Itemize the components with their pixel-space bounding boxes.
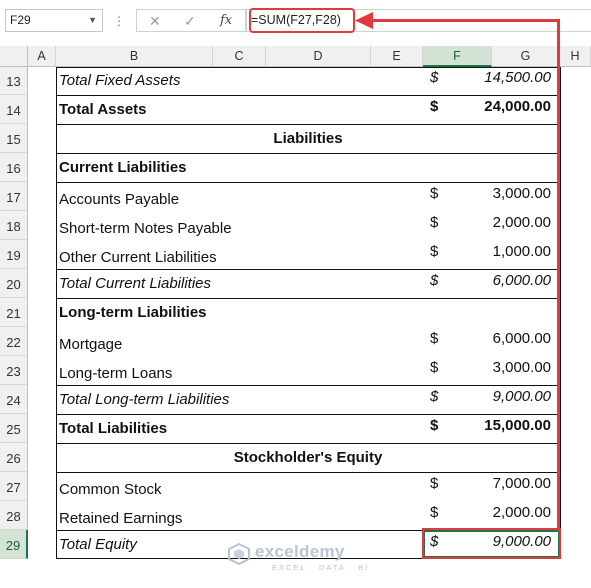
column-header-E[interactable]: E (371, 46, 423, 67)
name-box-value: F29 (10, 13, 31, 27)
callout-connector-horizontal (368, 19, 560, 22)
cell-F24-amount[interactable]: 9,000.00 (493, 385, 551, 408)
insert-function-icon[interactable]: fx (220, 11, 232, 31)
column-header-H[interactable]: H (560, 46, 591, 67)
row-header-20[interactable]: 20 (0, 269, 28, 298)
cell-F27-amount[interactable]: 7,000.00 (493, 472, 551, 495)
row-header-27[interactable]: 27 (0, 472, 28, 501)
cell-F18-amount[interactable]: 2,000.00 (493, 211, 551, 234)
row-header-24[interactable]: 24 (0, 385, 28, 414)
cell-F23-amount[interactable]: 3,000.00 (493, 356, 551, 379)
table-border (56, 67, 57, 559)
table-border (56, 67, 560, 68)
column-header-F[interactable]: F (423, 46, 492, 67)
row-header-23[interactable]: 23 (0, 356, 28, 385)
cell-F13-currency[interactable]: $ (430, 67, 438, 89)
formula-callout-box (249, 8, 355, 33)
cell-B25[interactable]: Total Liabilities (59, 414, 167, 443)
column-header-C[interactable]: C (213, 46, 266, 67)
exceldemy-logo-icon (228, 543, 250, 565)
cell-F28-amount[interactable]: 2,000.00 (493, 501, 551, 524)
table-border (56, 269, 560, 270)
cell-F19-currency[interactable]: $ (430, 240, 438, 263)
row-header-25[interactable]: 25 (0, 414, 28, 443)
row-header-17[interactable]: 17 (0, 182, 28, 211)
column-header-B[interactable]: B (56, 46, 213, 67)
row-header-16[interactable]: 16 (0, 153, 28, 182)
formula-buttons: ✕ ✓ fx (136, 9, 246, 32)
cell-B14[interactable]: Total Assets (59, 95, 147, 124)
cell-F22-currency[interactable]: $ (430, 327, 438, 350)
table-border (56, 443, 560, 444)
table-border (56, 472, 560, 473)
enter-icon[interactable]: ✓ (184, 11, 196, 31)
row-header-19[interactable]: 19 (0, 240, 28, 269)
cell-F27-currency[interactable]: $ (430, 472, 438, 495)
table-border (560, 67, 561, 559)
cell-B16[interactable]: Current Liabilities (59, 153, 187, 182)
cell-F17-currency[interactable]: $ (430, 182, 438, 205)
table-border (56, 124, 560, 125)
callout-connector-vertical (557, 19, 560, 531)
chevron-down-icon[interactable]: ▼ (88, 10, 97, 31)
cell-callout-box (422, 528, 561, 559)
column-header-D[interactable]: D (266, 46, 371, 67)
row-header-26[interactable]: 26 (0, 443, 28, 472)
cell-F14-amount[interactable]: 24,000.00 (484, 95, 551, 118)
cell-F18-currency[interactable]: $ (430, 211, 438, 234)
cell-F25-amount[interactable]: 15,000.00 (484, 414, 551, 437)
row-header-13[interactable]: 13 (0, 67, 28, 95)
cell-F20-currency[interactable]: $ (430, 269, 438, 292)
name-box[interactable]: F29 ▼ (5, 9, 103, 32)
column-header-G[interactable]: G (492, 46, 560, 67)
row-header-29[interactable]: 29 (0, 530, 28, 559)
formula-bar: F29 ▼ ⋮ ✕ ✓ fx =SUM(F27,F28) (0, 0, 591, 44)
row-header-14[interactable]: 14 (0, 95, 28, 124)
watermark-name: exceldemy (255, 542, 345, 561)
select-all-corner[interactable] (0, 46, 28, 67)
table-border (56, 298, 560, 299)
row-header-21[interactable]: 21 (0, 298, 28, 327)
row-header-18[interactable]: 18 (0, 211, 28, 240)
arrow-head-icon (355, 12, 373, 29)
row-header-15[interactable]: 15 (0, 124, 28, 153)
table-border (56, 385, 560, 386)
cancel-icon[interactable]: ✕ (149, 11, 161, 31)
cell-B29[interactable]: Total Equity (59, 530, 137, 559)
cell-B13[interactable]: Total Fixed Assets (59, 67, 180, 95)
row-header-22[interactable]: 22 (0, 327, 28, 356)
cell-B20[interactable]: Total Current Liabilities (59, 269, 211, 298)
cell-F24-currency[interactable]: $ (430, 385, 438, 408)
table-border (56, 95, 560, 96)
cell-B24[interactable]: Total Long-term Liabilities (59, 385, 229, 414)
section-header-15[interactable]: Liabilities (56, 124, 560, 153)
cell-F25-currency[interactable]: $ (430, 414, 438, 437)
cell-F28-currency[interactable]: $ (430, 501, 438, 524)
table-border (56, 153, 560, 154)
cell-F17-amount[interactable]: 3,000.00 (493, 182, 551, 205)
table-border (56, 182, 560, 183)
table-border (56, 414, 560, 415)
cell-F20-amount[interactable]: 6,000.00 (493, 269, 551, 292)
row-header-28[interactable]: 28 (0, 501, 28, 530)
cell-F22-amount[interactable]: 6,000.00 (493, 327, 551, 350)
cell-F19-amount[interactable]: 1,000.00 (493, 240, 551, 263)
cell-B21[interactable]: Long-term Liabilities (59, 298, 207, 327)
watermark-tagline: EXCEL · DATA · BI (272, 563, 370, 572)
drag-handle-icon[interactable]: ⋮ (113, 10, 125, 32)
cell-F14-currency[interactable]: $ (430, 95, 438, 118)
section-header-26[interactable]: Stockholder's Equity (56, 443, 560, 472)
cell-F23-currency[interactable]: $ (430, 356, 438, 379)
column-header-A[interactable]: A (28, 46, 56, 67)
cell-F13-amount[interactable]: 14,500.00 (484, 67, 551, 89)
